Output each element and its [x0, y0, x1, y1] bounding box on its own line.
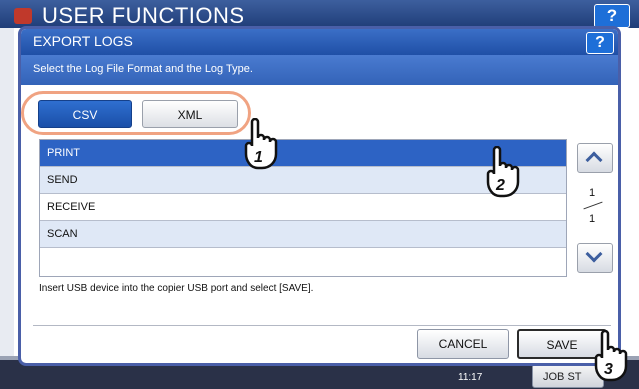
log-type-receive[interactable]: RECEIVE	[40, 194, 566, 221]
instruction-text: Select the Log File Format and the Log T…	[33, 63, 253, 75]
app-header: USER FUNCTIONS ?	[0, 0, 639, 28]
page-separator	[583, 201, 603, 210]
chevron-down-icon	[585, 245, 603, 263]
callout-number-1: 1	[254, 149, 263, 166]
page-current: 1	[589, 187, 596, 199]
callout-hand-1-icon: 1	[240, 117, 284, 170]
chevron-up-icon	[585, 151, 603, 169]
log-type-empty[interactable]	[40, 248, 566, 275]
format-selector-highlight: CSV XML	[21, 91, 251, 135]
scroll-down-button[interactable]	[577, 243, 613, 273]
page-total: 1	[589, 213, 596, 225]
dialog-divider	[33, 325, 611, 326]
app-side-panel	[0, 28, 14, 358]
cancel-button[interactable]: CANCEL	[417, 329, 509, 359]
callout-hand-3-icon: 3	[590, 329, 634, 382]
xml-format-button[interactable]: XML	[142, 100, 238, 128]
callout-number-2: 2	[495, 177, 505, 194]
scroll-up-button[interactable]	[577, 143, 613, 173]
dialog-help-button[interactable]: ?	[586, 32, 614, 54]
dialog-title: EXPORT LOGS	[33, 33, 133, 49]
app-help-button[interactable]: ?	[594, 4, 630, 28]
user-functions-icon	[14, 8, 32, 24]
usb-instruction-note: Insert USB device into the copier USB po…	[39, 283, 314, 294]
dialog-title-bar: EXPORT LOGS ?	[21, 29, 618, 55]
csv-format-button[interactable]: CSV	[38, 100, 132, 128]
callout-hand-2-icon: 2	[482, 145, 526, 198]
instruction-bar: Select the Log File Format and the Log T…	[21, 55, 618, 85]
log-type-scan[interactable]: SCAN	[40, 221, 566, 248]
status-time: 11:17	[458, 372, 483, 383]
callout-number-3: 3	[604, 361, 613, 378]
export-logs-dialog: EXPORT LOGS ? Select the Log File Format…	[18, 26, 621, 366]
